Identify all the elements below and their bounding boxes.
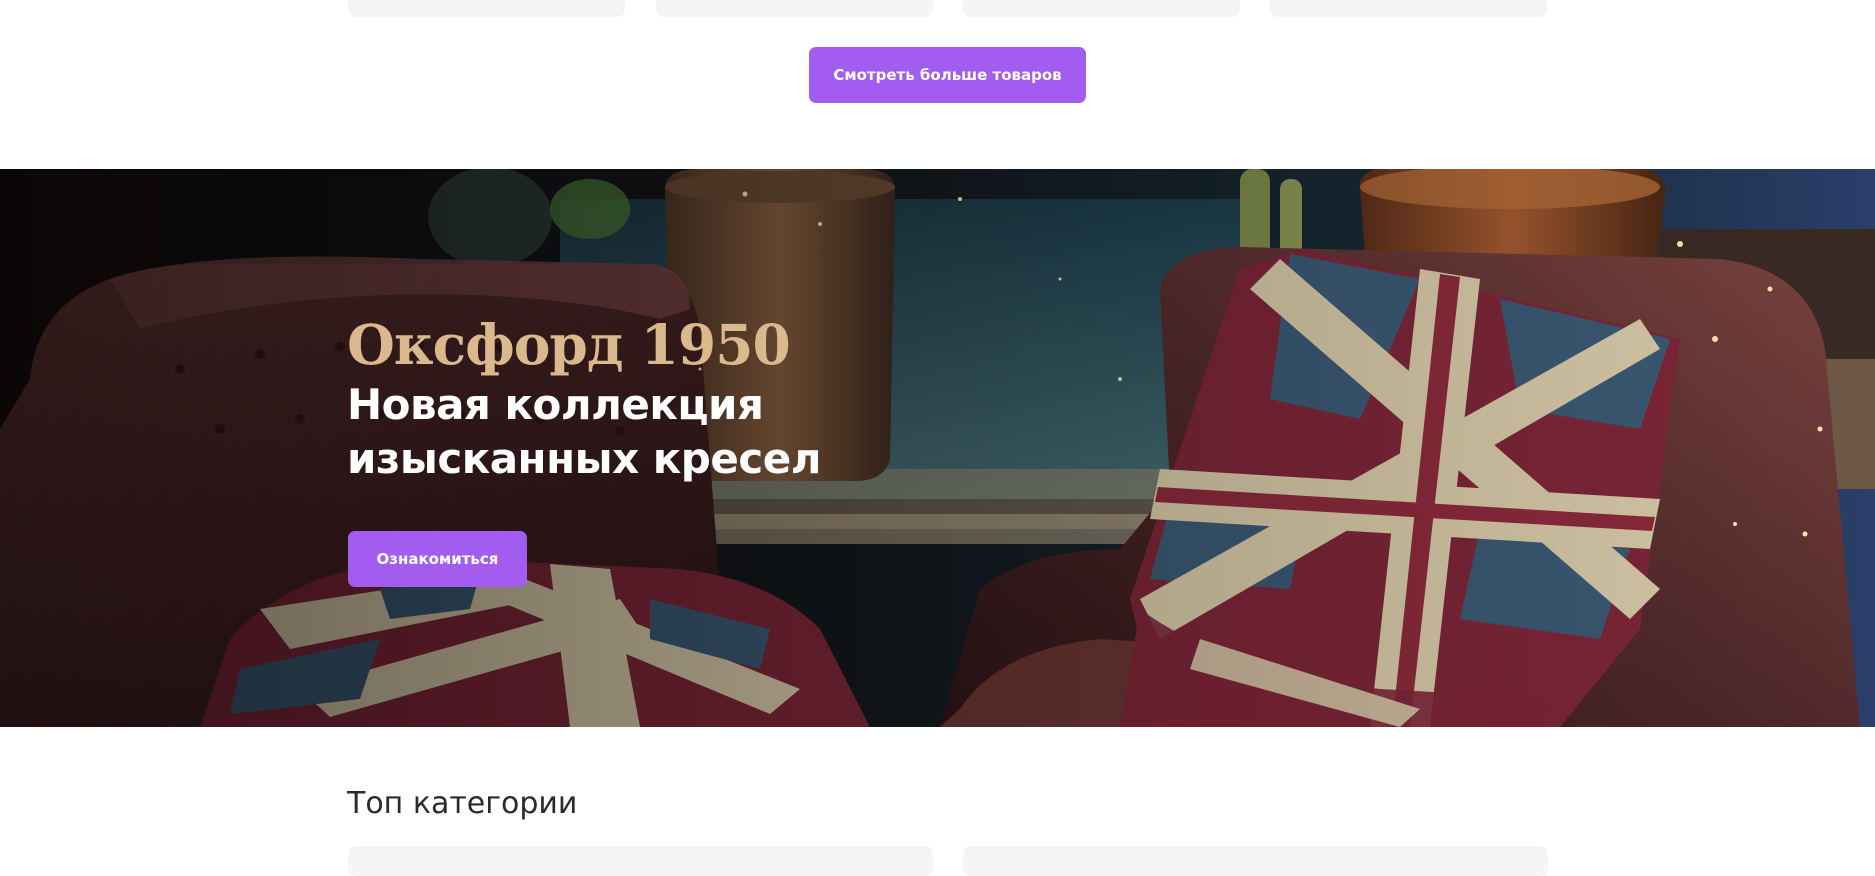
show-more-products-button[interactable]: Смотреть больше товаров bbox=[809, 47, 1086, 103]
product-card[interactable] bbox=[348, 0, 625, 17]
product-card[interactable] bbox=[963, 0, 1240, 17]
category-card[interactable] bbox=[348, 846, 933, 876]
promo-title: Оксфорд 1950 bbox=[347, 312, 791, 377]
category-card[interactable] bbox=[963, 846, 1548, 876]
product-card[interactable] bbox=[656, 0, 933, 17]
product-card[interactable] bbox=[1270, 0, 1547, 17]
top-categories-heading: Топ категории bbox=[347, 786, 578, 821]
learn-more-button[interactable]: Ознакомиться bbox=[348, 531, 527, 587]
banner-photo bbox=[0, 169, 1875, 727]
promo-subtitle: Новая коллекция изысканных кресел bbox=[347, 380, 822, 483]
promo-banner: Оксфорд 1950 Новая коллекция изысканных … bbox=[0, 169, 1875, 727]
